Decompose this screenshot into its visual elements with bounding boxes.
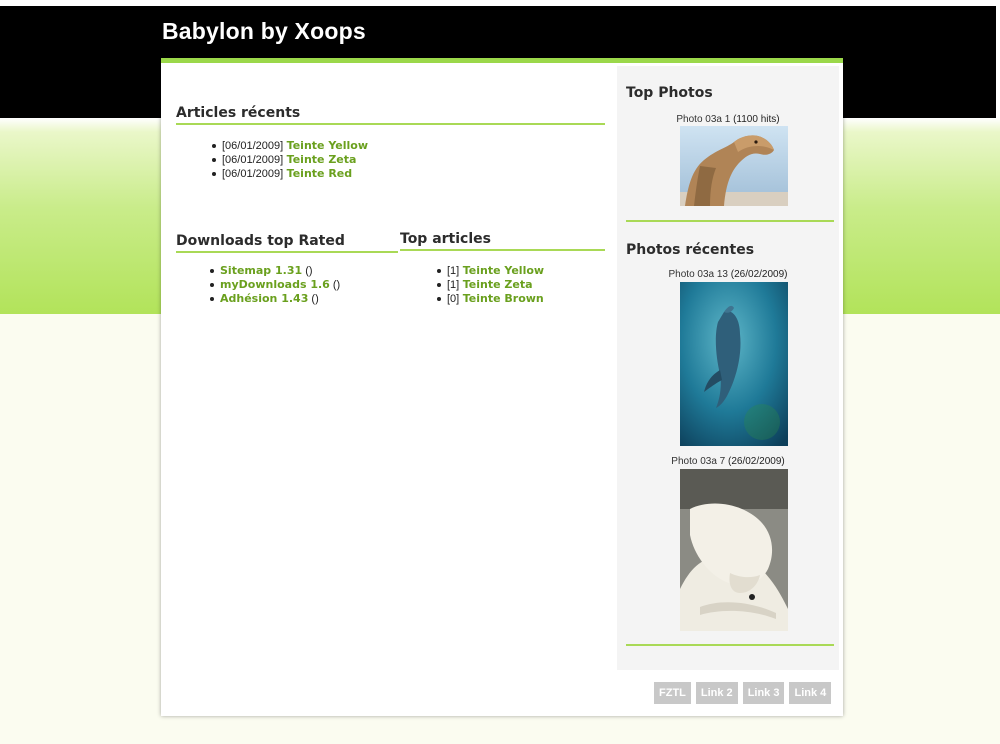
article-link[interactable]: Teinte Zeta	[287, 153, 357, 166]
polar-bear-photo-icon[interactable]	[680, 469, 788, 631]
top-articles-heading: Top articles	[400, 231, 605, 251]
top-photos-heading: Top Photos	[626, 85, 713, 101]
footer-links: FZTL Link 2 Link 3 Link 4	[654, 682, 832, 704]
photo-title-link[interactable]: Photo 03a 7	[671, 456, 725, 467]
top-articles-list: [1] Teinte Yellow [1] Teinte Zeta [0] Te…	[437, 264, 544, 306]
downloads-list: Sitemap 1.31 () myDownloads 1.6 () Adhés…	[210, 264, 340, 306]
downloads-top-rated-heading: Downloads top Rated	[176, 233, 398, 253]
download-link[interactable]: myDownloads 1.6	[220, 278, 330, 291]
article-link[interactable]: Teinte Yellow	[287, 139, 368, 152]
download-link[interactable]: Sitemap 1.31	[220, 264, 302, 277]
photo-title-link[interactable]: Photo 03a 1	[676, 114, 730, 125]
sidebar-divider	[626, 644, 834, 646]
list-item: [06/01/2009] Teinte Zeta	[212, 153, 368, 167]
list-item: myDownloads 1.6 ()	[210, 278, 340, 292]
camel-photo-icon[interactable]	[680, 126, 788, 206]
dolphin-photo-icon[interactable]	[680, 282, 788, 446]
recent-articles-list: [06/01/2009] Teinte Yellow [06/01/2009] …	[212, 139, 368, 181]
site-title[interactable]: Babylon by Xoops	[162, 18, 366, 45]
photo-caption: Photo 03a 13 (26/02/2009)	[668, 269, 788, 280]
footer-link-fztl[interactable]: FZTL	[654, 682, 691, 704]
list-item: [1] Teinte Zeta	[437, 278, 544, 292]
article-link[interactable]: Teinte Red	[287, 167, 352, 180]
footer-link-2[interactable]: Link 2	[695, 682, 738, 704]
footer-link-4[interactable]: Link 4	[789, 682, 832, 704]
list-item: Sitemap 1.31 ()	[210, 264, 340, 278]
list-item: [0] Teinte Brown	[437, 292, 544, 306]
article-link[interactable]: Teinte Zeta	[463, 278, 533, 291]
sidebar: Top Photos Photo 03a 1 (1100 hits) Photo…	[617, 66, 839, 670]
list-item: [06/01/2009] Teinte Red	[212, 167, 368, 181]
list-item: [06/01/2009] Teinte Yellow	[212, 139, 368, 153]
sidebar-divider	[626, 220, 834, 222]
right-edge	[996, 0, 1000, 122]
photo-caption: Photo 03a 1 (1100 hits)	[676, 114, 780, 125]
top-edge	[0, 0, 1000, 6]
photo-caption: Photo 03a 7 (26/02/2009)	[671, 456, 785, 467]
footer-link-3[interactable]: Link 3	[742, 682, 785, 704]
recent-photos-heading: Photos récentes	[626, 242, 755, 258]
container-accent-bar	[161, 58, 843, 63]
photo-title-link[interactable]: Photo 03a 13	[669, 269, 729, 280]
list-item: [1] Teinte Yellow	[437, 264, 544, 278]
list-item: Adhésion 1.43 ()	[210, 292, 340, 306]
article-link[interactable]: Teinte Brown	[463, 292, 544, 305]
download-link[interactable]: Adhésion 1.43	[220, 292, 308, 305]
article-link[interactable]: Teinte Yellow	[463, 264, 544, 277]
recent-articles-heading: Articles récents	[176, 105, 605, 125]
